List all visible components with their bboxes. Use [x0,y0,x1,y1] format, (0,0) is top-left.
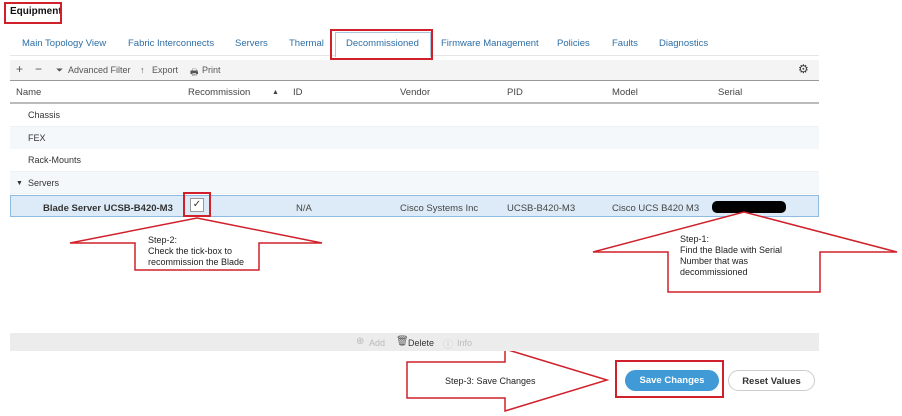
step2-callout: Step-2: Check the tick-box to recommissio… [148,235,258,268]
step1-callout: Step-1: Find the Blade with Serial Number… [680,234,800,278]
reset-values-button[interactable]: Reset Values [728,370,815,391]
annotation-arrows [69,211,898,413]
step2-text: Check the tick-box to recommission the B… [148,246,245,267]
add-circle-icon: ⊕ [356,336,365,347]
save-highlight [615,360,724,398]
bottom-delete-button[interactable]: Delete [408,338,434,348]
bottom-add-button[interactable]: Add [369,338,385,348]
step3-callout: Step-3: Save Changes [445,376,536,386]
step1-title: Step-1: [680,234,710,244]
step2-title: Step-2: [148,235,178,245]
bottom-info-button[interactable]: Info [457,338,472,348]
info-icon: ⓘ [443,340,453,351]
step1-text: Find the Blade with Serial Number that w… [680,245,783,277]
trash-icon: 🗑 [396,336,409,347]
